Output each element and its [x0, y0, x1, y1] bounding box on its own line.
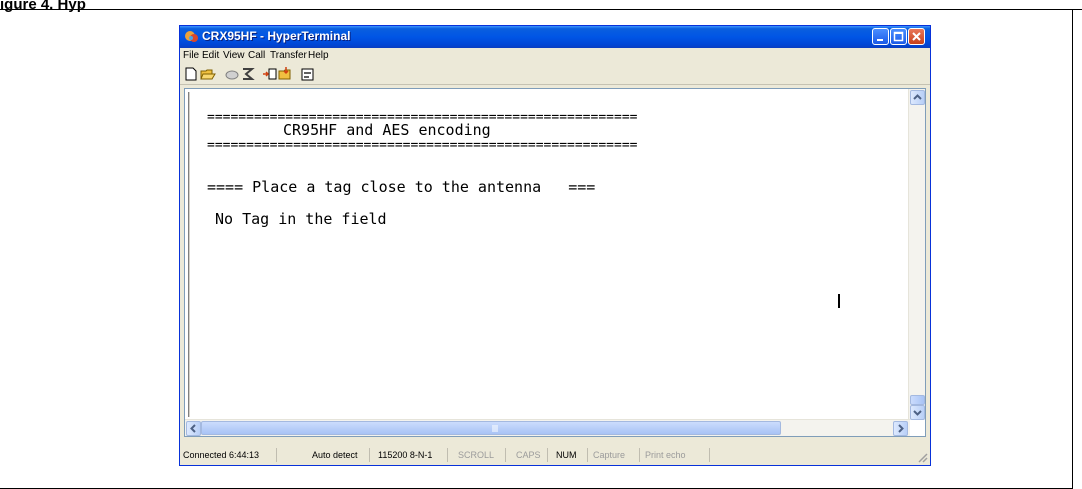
status-caps: CAPS: [506, 448, 548, 462]
hyperterminal-app-icon: [185, 31, 198, 42]
scroll-down-button[interactable]: [910, 405, 925, 420]
open-icon[interactable]: [200, 66, 216, 82]
scroll-grip-icon: [492, 425, 498, 432]
properties-icon[interactable]: [300, 66, 316, 82]
menu-help[interactable]: Help: [308, 50, 329, 61]
minimize-icon: [877, 39, 883, 41]
terminal-line-heading: CR95HF and AES encoding: [283, 121, 491, 139]
menu-call[interactable]: Call: [248, 50, 265, 61]
chevron-up-icon: [913, 94, 922, 100]
hyperterminal-window: CRX95HF - HyperTerminal File Edit View C…: [179, 25, 931, 466]
status-bar: Connected 6:44:13 Auto detect 115200 8-N…: [180, 445, 930, 465]
terminal-line-prompt: ==== Place a tag close to the antenna ==…: [207, 178, 596, 196]
terminal-line-status: No Tag in the field: [215, 210, 387, 228]
horizontal-scroll-thumb[interactable]: [201, 421, 781, 435]
horizontal-scrollbar[interactable]: [185, 419, 910, 436]
menu-file[interactable]: File: [183, 50, 199, 61]
chevron-down-icon: [913, 410, 922, 416]
vertical-scroll-thumb[interactable]: [910, 395, 925, 405]
toolbar: [180, 64, 930, 85]
maximize-icon: [893, 31, 904, 42]
menu-bar: File Edit View Call Transfer Help: [180, 48, 930, 64]
menu-edit[interactable]: Edit: [202, 50, 219, 61]
status-detect: Auto detect: [282, 448, 370, 462]
terminal-left-edge: [188, 92, 190, 417]
receive-icon[interactable]: [278, 66, 294, 82]
scroll-left-button[interactable]: [186, 421, 201, 436]
status-print-echo: Print echo: [640, 448, 710, 462]
terminal-line-separator-bottom: ========================================…: [207, 138, 638, 153]
send-icon[interactable]: [262, 66, 278, 82]
scroll-up-button[interactable]: [910, 90, 925, 105]
menu-view[interactable]: View: [223, 50, 245, 61]
terminal-area[interactable]: ========================================…: [184, 88, 926, 437]
text-cursor: [838, 294, 840, 308]
status-connected: Connected 6:44:13: [180, 448, 277, 462]
dial-icon[interactable]: [240, 66, 256, 82]
status-capture: Capture: [588, 448, 640, 462]
status-scroll: SCROLL: [448, 448, 506, 462]
chevron-left-icon: [190, 424, 196, 433]
minimize-button[interactable]: [872, 28, 889, 45]
status-num: NUM: [548, 448, 588, 462]
scroll-right-button[interactable]: [893, 421, 908, 436]
figure-caption: igure 4. Hyp: [0, 0, 86, 13]
title-bar[interactable]: CRX95HF - HyperTerminal: [180, 26, 930, 48]
status-port: 115200 8-N-1: [370, 448, 448, 462]
resize-grip-icon[interactable]: [916, 451, 928, 463]
close-icon: [912, 32, 921, 41]
vertical-scrollbar[interactable]: [908, 89, 925, 420]
close-button[interactable]: [908, 28, 925, 45]
chevron-right-icon: [898, 424, 904, 433]
new-connection-icon[interactable]: [183, 66, 199, 82]
menu-transfer[interactable]: Transfer: [270, 50, 307, 61]
maximize-button[interactable]: [890, 28, 907, 45]
window-title: CRX95HF - HyperTerminal: [202, 29, 351, 43]
disconnect-icon[interactable]: [224, 66, 240, 82]
